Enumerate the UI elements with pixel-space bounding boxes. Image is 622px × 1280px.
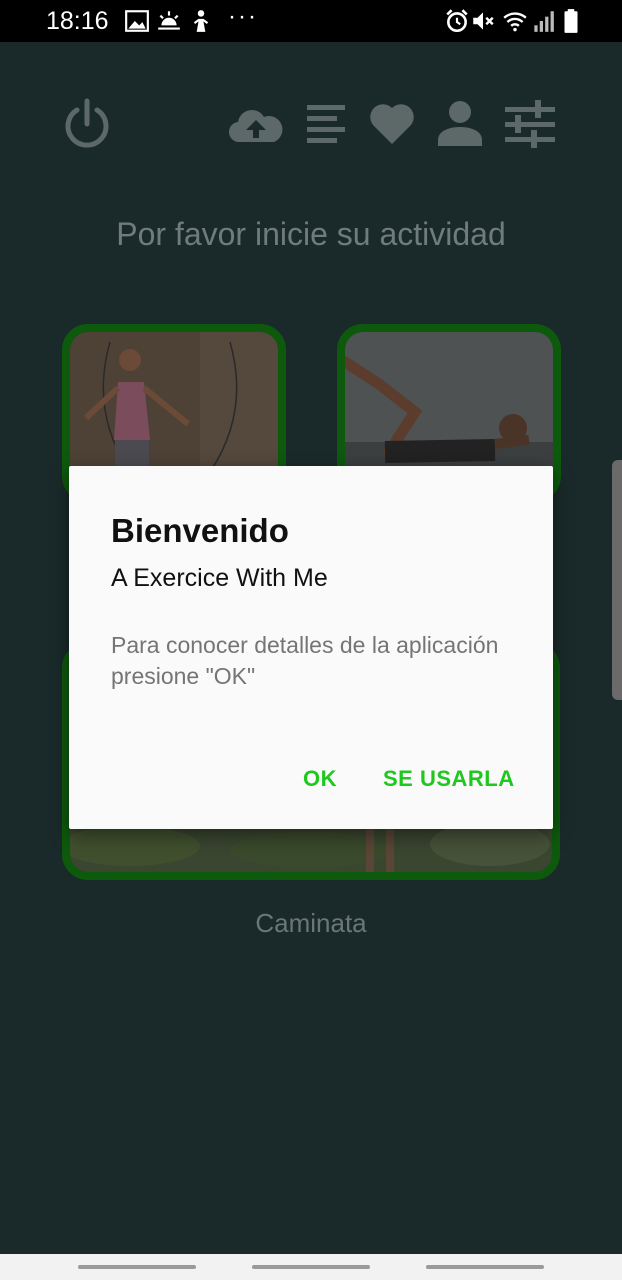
dialog-title: Bienvenido: [111, 512, 289, 549]
sunrise-weather-icon: [158, 11, 180, 30]
heart-icon[interactable]: [368, 100, 416, 146]
sliders-icon[interactable]: [504, 98, 556, 150]
navigation-bar: [0, 1254, 622, 1280]
activity-label-walking: Caminata: [255, 908, 367, 938]
edge-panel-handle[interactable]: [612, 460, 622, 700]
se-usarla-button[interactable]: SE USARLA: [383, 766, 515, 792]
ok-button[interactable]: OK: [303, 766, 337, 792]
battery-icon: [564, 9, 578, 33]
mute-icon: [473, 12, 494, 30]
person-icon[interactable]: [437, 100, 483, 146]
dialog-message: Para conocer detalles de la aplicación p…: [111, 632, 499, 689]
fitness-notification-icon: [193, 10, 209, 32]
wifi-icon: [503, 12, 527, 32]
list-icon[interactable]: [306, 104, 346, 144]
nav-recents-button[interactable]: [78, 1265, 196, 1269]
cloud-upload-icon[interactable]: [228, 106, 284, 144]
status-time: 18:16: [46, 7, 109, 35]
more-notifications-indicator: ···: [228, 3, 258, 30]
signal-icon: [534, 11, 554, 32]
gallery-icon: [125, 10, 149, 32]
dialog-subtitle: A Exercice With Me: [111, 564, 328, 592]
status-bar: 18:16 ···: [0, 0, 622, 42]
nav-home-button[interactable]: [252, 1265, 370, 1269]
alarm-icon: [446, 9, 468, 33]
page-headline: Por favor inicie su actividad: [116, 216, 506, 252]
nav-back-button[interactable]: [426, 1265, 544, 1269]
welcome-dialog: Bienvenido A Exercice With Me Para conoc…: [69, 466, 553, 829]
power-icon[interactable]: [62, 98, 112, 150]
